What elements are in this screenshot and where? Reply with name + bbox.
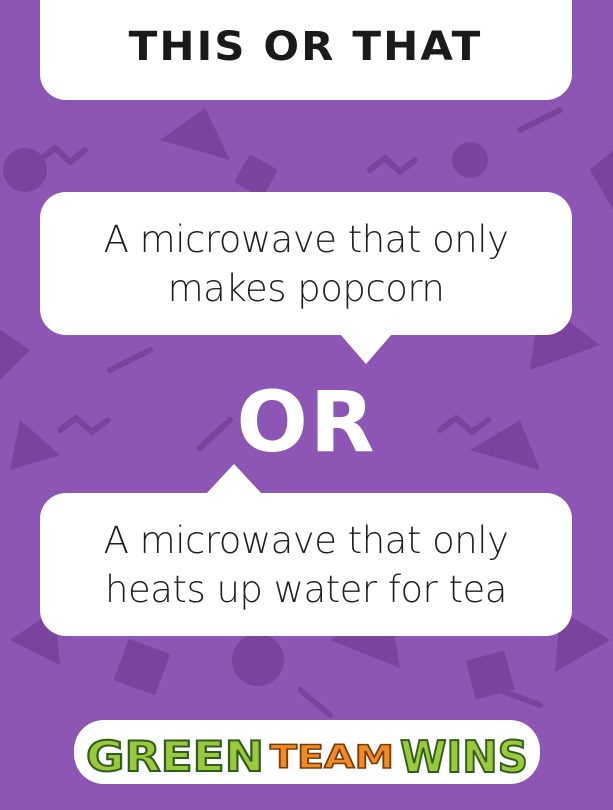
option-a-text: A microwave that only makes popcorn [104,215,509,313]
green-team-wins-logo: GREEN TEAM WINS [74,720,540,784]
page-title: THIS OR THAT [129,24,483,70]
circle-shape [3,148,47,192]
option-a-line-1: A microwave that only [103,217,509,261]
or-separator: OR [236,373,377,471]
square-shape [113,638,171,696]
triangle-shape [160,108,230,160]
option-b-bubble-tail [206,464,262,494]
logo-word-wins: WINS [400,732,528,783]
title-card: THIS OR THAT [40,0,572,100]
option-b-line-2: heats up water for tea [105,567,507,611]
option-b-bubble[interactable]: A microwave that only heats up water for… [40,493,572,636]
option-b-text: A microwave that only heats up water for… [104,516,509,614]
option-a-bubble[interactable]: A microwave that only makes popcorn [40,192,572,335]
zigzag-shape [37,145,88,165]
option-a-bubble-tail [340,334,392,364]
line-shape [297,687,333,718]
option-a-line-2: makes popcorn [167,266,445,310]
logo-word-green: GREEN [86,732,264,781]
triangle-shape [590,150,613,210]
line-shape [517,107,563,133]
line-shape [497,687,543,708]
circle-shape [452,142,488,178]
circle-shape [232,634,284,686]
zigzag-shape [367,155,418,175]
option-b-line-1: A microwave that only [103,518,509,562]
logo-word-team: TEAM [270,738,394,776]
line-shape [107,347,153,373]
